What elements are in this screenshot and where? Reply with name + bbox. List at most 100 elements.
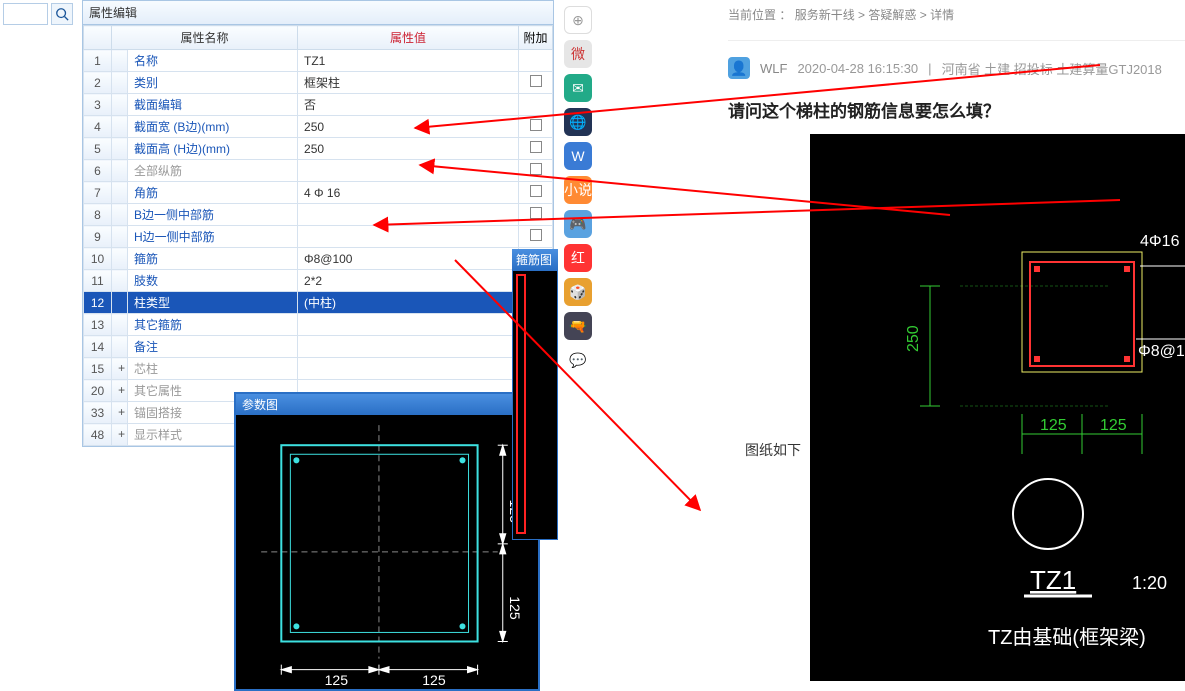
col-header-extra: 附加: [519, 26, 553, 50]
col-header-index: [84, 26, 112, 50]
breadcrumb-link-1[interactable]: 服务新干线: [795, 8, 855, 22]
col-header-value: 属性值: [298, 26, 519, 50]
row-value[interactable]: [298, 314, 519, 336]
breadcrumb-link-2[interactable]: 答疑解惑: [868, 8, 916, 22]
row-value[interactable]: (中柱): [298, 292, 519, 314]
param-diagram-svg: 125 125 125 125: [236, 415, 538, 689]
row-label: 截面编辑: [128, 94, 298, 116]
post-note: 图纸如下: [745, 440, 801, 460]
row-value[interactable]: TZ1: [298, 50, 519, 72]
weibo-icon[interactable]: 微: [564, 40, 592, 68]
row-label: 名称: [128, 50, 298, 72]
search-button[interactable]: [51, 3, 73, 25]
row-value[interactable]: Φ8@100: [298, 248, 519, 270]
svg-text:125: 125: [507, 596, 523, 620]
breadcrumb: 当前位置 ： 服务新干线 > 答疑解惑 > 详情: [728, 6, 954, 23]
table-row[interactable]: 12柱类型(中柱): [84, 292, 553, 314]
row-extra[interactable]: [519, 72, 553, 94]
row-expand: [112, 138, 128, 160]
wechat-icon[interactable]: 💬: [564, 346, 592, 374]
expand-icon[interactable]: +: [112, 380, 128, 402]
checkbox-icon[interactable]: [530, 207, 542, 219]
table-row[interactable]: 9H边一侧中部筋: [84, 226, 553, 248]
globe-icon[interactable]: 🌐: [564, 108, 592, 136]
row-extra[interactable]: [519, 116, 553, 138]
expand-icon[interactable]: +: [112, 358, 128, 380]
row-label: 芯柱: [128, 358, 298, 380]
row-extra[interactable]: [519, 160, 553, 182]
row-extra[interactable]: [519, 50, 553, 72]
row-index: 1: [84, 50, 112, 72]
expand-icon[interactable]: +: [112, 424, 128, 446]
game-icon-2[interactable]: 🎲: [564, 278, 592, 306]
row-extra[interactable]: [519, 94, 553, 116]
expand-icon[interactable]: +: [112, 402, 128, 424]
table-row-expandable[interactable]: 15+芯柱: [84, 358, 553, 380]
row-expand: [112, 50, 128, 72]
row-value[interactable]: [298, 204, 519, 226]
checkbox-icon[interactable]: [530, 75, 542, 87]
row-value[interactable]: 250: [298, 116, 519, 138]
game-icon-3[interactable]: 🔫: [564, 312, 592, 340]
table-row[interactable]: 10箍筋Φ8@100: [84, 248, 553, 270]
svg-text:1:20: 1:20: [1132, 573, 1167, 593]
row-label: H边一侧中部筋: [128, 226, 298, 248]
svg-text:125: 125: [325, 672, 349, 688]
row-value[interactable]: [298, 226, 519, 248]
table-row[interactable]: 11肢数2*2: [84, 270, 553, 292]
row-value[interactable]: 2*2: [298, 270, 519, 292]
row-value[interactable]: 否: [298, 94, 519, 116]
param-diagram-window: 参数图 125 125 12: [234, 392, 540, 691]
game-icon-1[interactable]: 🎮: [564, 210, 592, 238]
post-user[interactable]: WLF: [760, 61, 787, 76]
row-expand: [112, 204, 128, 226]
table-row[interactable]: 7角筋4 Φ 16: [84, 182, 553, 204]
checkbox-icon[interactable]: [530, 141, 542, 153]
breadcrumb-label: 当前位置: [728, 8, 776, 22]
svg-text:250: 250: [905, 325, 922, 352]
table-row[interactable]: 3截面编辑否: [84, 94, 553, 116]
table-row[interactable]: 8B边一侧中部筋: [84, 204, 553, 226]
row-value[interactable]: 框架柱: [298, 72, 519, 94]
word-icon[interactable]: W: [564, 142, 592, 170]
row-extra[interactable]: [519, 226, 553, 248]
mail-icon[interactable]: ✉: [564, 74, 592, 102]
row-extra[interactable]: [519, 182, 553, 204]
table-row[interactable]: 5截面高 (H边)(mm)250: [84, 138, 553, 160]
svg-text:125: 125: [422, 672, 446, 688]
checkbox-icon[interactable]: [530, 185, 542, 197]
table-row[interactable]: 1 名称TZ1: [84, 50, 553, 72]
row-expand: [112, 72, 128, 94]
row-label: 全部纵筋: [128, 160, 298, 182]
sidebar-icon-1[interactable]: ⊕: [564, 6, 592, 34]
row-extra[interactable]: [519, 204, 553, 226]
row-expand: [112, 336, 128, 358]
table-row[interactable]: 14备注: [84, 336, 553, 358]
row-expand: [112, 160, 128, 182]
checkbox-icon[interactable]: [530, 229, 542, 241]
row-extra[interactable]: [519, 138, 553, 160]
novel-icon[interactable]: 小说: [564, 176, 592, 204]
xiaohongshu-icon[interactable]: 红: [564, 244, 592, 272]
row-value[interactable]: 4 Φ 16: [298, 182, 519, 204]
row-expand: [112, 182, 128, 204]
table-row[interactable]: 13其它箍筋: [84, 314, 553, 336]
search-icon: [55, 7, 69, 21]
breadcrumb-current: 详情: [930, 8, 954, 22]
checkbox-icon[interactable]: [530, 163, 542, 175]
row-value[interactable]: [298, 336, 519, 358]
row-expand: [112, 94, 128, 116]
search-input[interactable]: [3, 3, 48, 25]
row-index: 14: [84, 336, 112, 358]
row-index: 11: [84, 270, 112, 292]
row-value[interactable]: 250: [298, 138, 519, 160]
table-row[interactable]: 6 全部纵筋: [84, 160, 553, 182]
row-value[interactable]: [298, 160, 519, 182]
table-row[interactable]: 4截面宽 (B边)(mm)250: [84, 116, 553, 138]
property-table: 属性名称 属性值 附加 1名称TZ12类别框架柱3截面编辑否4截面宽 (B边)(…: [83, 25, 553, 446]
svg-text:Φ8@100: Φ8@100: [1138, 343, 1185, 360]
checkbox-icon[interactable]: [530, 119, 542, 131]
post-location: 河南省 土建 招投标 土建算量GTJ2018: [942, 59, 1162, 78]
row-index: 6: [84, 160, 112, 182]
table-row[interactable]: 2类别框架柱: [84, 72, 553, 94]
